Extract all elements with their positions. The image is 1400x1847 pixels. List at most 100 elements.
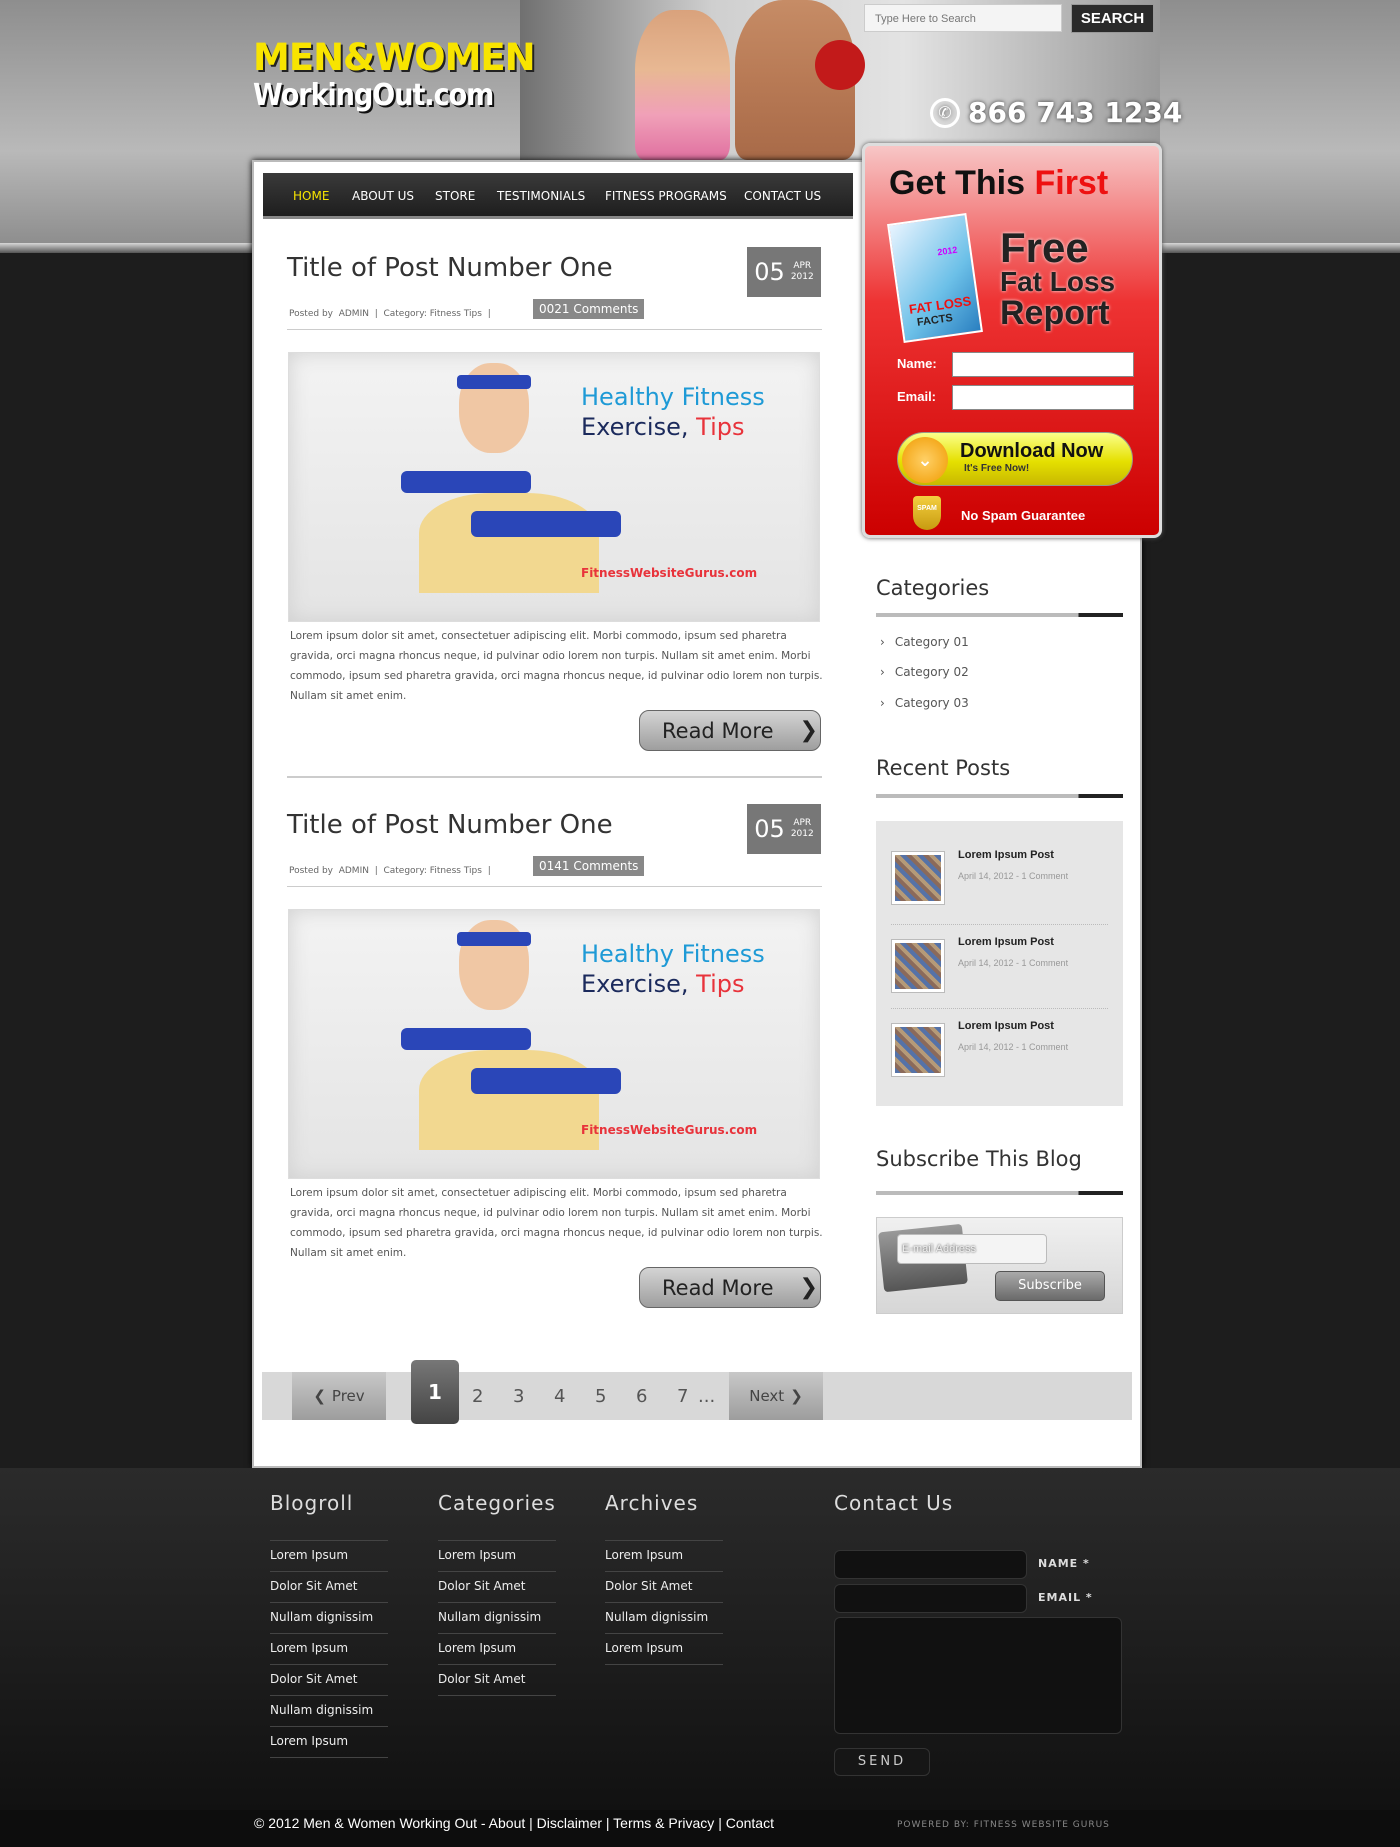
read-more-button[interactable]: Read More ❯ bbox=[639, 710, 821, 751]
chevron-right-icon: › bbox=[880, 696, 885, 710]
meta-category[interactable]: Category: Fitness Tips bbox=[383, 309, 482, 319]
model-body bbox=[419, 1050, 599, 1150]
footer-link[interactable]: Dolor Sit Amet bbox=[270, 1665, 388, 1696]
meta-category[interactable]: Category: Fitness Tips bbox=[383, 866, 482, 876]
meta-author[interactable]: ADMIN bbox=[339, 309, 369, 319]
logo-line1[interactable]: MEN&WOMEN bbox=[253, 36, 536, 79]
image-subline: Exercise, Tips bbox=[581, 970, 745, 998]
download-now-button[interactable]: ⌄ Download Now It's Free Now! bbox=[897, 432, 1133, 486]
footer-message-textarea[interactable] bbox=[834, 1617, 1122, 1734]
kettlebell-icon bbox=[815, 40, 865, 90]
header-woman-figure bbox=[635, 10, 730, 160]
footer-link[interactable]: Nullam dignissim bbox=[605, 1603, 723, 1634]
footer-link[interactable]: Dolor Sit Amet bbox=[270, 1572, 388, 1603]
subscribe-heading: Subscribe This Blog bbox=[876, 1147, 1082, 1171]
footer-link[interactable]: Dolor Sit Amet bbox=[605, 1572, 723, 1603]
spam-guarantee-text: No Spam Guarantee bbox=[961, 508, 1086, 523]
page-2[interactable]: 2 bbox=[472, 1386, 483, 1407]
optin-box: Get This First FAT LOSS FACTS 2012 Free … bbox=[862, 143, 1162, 538]
meta-author[interactable]: ADMIN bbox=[339, 866, 369, 876]
search-button[interactable]: SEARCH bbox=[1071, 4, 1154, 33]
nav-home[interactable]: HOME bbox=[293, 189, 329, 203]
optin-name-input[interactable] bbox=[952, 352, 1134, 377]
nav-fitness-programs[interactable]: FITNESS PROGRAMS bbox=[605, 189, 727, 203]
recent-post-title[interactable]: Lorem Ipsum Post bbox=[958, 936, 1054, 948]
post-meta: Posted by ADMIN | Category: Fitness Tips… bbox=[289, 309, 491, 319]
recent-post-thumbnail[interactable] bbox=[891, 939, 945, 993]
post-divider bbox=[287, 776, 822, 778]
footer-link[interactable]: Lorem Ipsum bbox=[605, 1541, 723, 1572]
footer-link[interactable]: Nullam dignissim bbox=[270, 1696, 388, 1727]
footer-blogroll-list: Lorem Ipsum Dolor Sit Amet Nullam dignis… bbox=[270, 1540, 388, 1758]
prev-button[interactable]: ❮ Prev bbox=[292, 1372, 386, 1420]
footer-email-input[interactable] bbox=[834, 1584, 1027, 1613]
footer-send-button[interactable]: SEND bbox=[834, 1748, 930, 1776]
footer-email-label: EMAIL * bbox=[1038, 1591, 1093, 1604]
post-image[interactable]: Healthy Fitness Exercise, Tips FitnessWe… bbox=[288, 352, 820, 622]
page-7[interactable]: 7 bbox=[677, 1386, 688, 1407]
page-5[interactable]: 5 bbox=[595, 1386, 606, 1407]
recent-post-title[interactable]: Lorem Ipsum Post bbox=[958, 849, 1054, 861]
chevron-right-icon: ❯ bbox=[799, 718, 818, 743]
footer-archives-list: Lorem Ipsum Dolor Sit Amet Nullam dignis… bbox=[605, 1540, 723, 1665]
recent-posts-list: Lorem Ipsum Post April 14, 2012 - 1 Comm… bbox=[876, 821, 1123, 1106]
category-item[interactable]: › Category 02 bbox=[880, 665, 969, 679]
next-button[interactable]: Next ❯ bbox=[729, 1372, 823, 1420]
category-item[interactable]: › Category 01 bbox=[880, 635, 969, 649]
email-label: Email: bbox=[897, 389, 937, 404]
post-image[interactable]: Healthy Fitness Exercise, Tips FitnessWe… bbox=[288, 909, 820, 1179]
footer-link[interactable]: Lorem Ipsum bbox=[270, 1541, 388, 1572]
comments-badge[interactable]: 0141 Comments bbox=[533, 856, 645, 876]
page-3[interactable]: 3 bbox=[513, 1386, 524, 1407]
footer-name-input[interactable] bbox=[834, 1550, 1027, 1579]
chevron-right-icon: › bbox=[880, 635, 885, 649]
recent-post-title[interactable]: Lorem Ipsum Post bbox=[958, 1020, 1054, 1032]
footer-link[interactable]: Lorem Ipsum bbox=[270, 1727, 388, 1758]
category-item[interactable]: › Category 03 bbox=[880, 696, 969, 710]
recent-post-thumbnail[interactable] bbox=[891, 851, 945, 905]
footer-categories-heading: Categories bbox=[438, 1491, 556, 1515]
download-sublabel: It's Free Now! bbox=[964, 463, 1030, 474]
powered-by[interactable]: POWERED BY: FITNESS WEBSITE GURUS bbox=[897, 1820, 1110, 1830]
footer-archives-heading: Archives bbox=[605, 1491, 699, 1515]
subscribe-email-input[interactable]: E-mail Address bbox=[897, 1234, 1047, 1264]
phone-number: ✆ 866 743 1234 bbox=[930, 96, 1182, 129]
page-1[interactable]: 1 bbox=[411, 1360, 459, 1424]
subscribe-button[interactable]: Subscribe bbox=[995, 1271, 1105, 1301]
footer-link[interactable]: Lorem Ipsum bbox=[270, 1634, 388, 1665]
dumbbell-icon bbox=[401, 471, 531, 493]
post-title[interactable]: Title of Post Number One bbox=[287, 253, 613, 283]
download-icon: ⌄ bbox=[902, 437, 948, 483]
page-4[interactable]: 4 bbox=[554, 1386, 565, 1407]
image-headline: Healthy Fitness bbox=[581, 383, 765, 411]
optin-email-input[interactable] bbox=[952, 385, 1134, 410]
phone-text: 866 743 1234 bbox=[968, 96, 1183, 129]
nav-about-us[interactable]: ABOUT US bbox=[352, 189, 414, 203]
nav-store[interactable]: STORE bbox=[435, 189, 475, 203]
footer-link[interactable]: Nullam dignissim bbox=[270, 1603, 388, 1634]
footer-name-label: NAME * bbox=[1038, 1557, 1090, 1570]
footer-link[interactable]: Lorem Ipsum bbox=[438, 1634, 556, 1665]
read-more-button[interactable]: Read More ❯ bbox=[639, 1267, 821, 1308]
divider bbox=[287, 886, 822, 887]
footer-link[interactable]: Lorem Ipsum bbox=[605, 1634, 723, 1665]
logo-line2[interactable]: WorkingOut.com bbox=[253, 78, 494, 113]
comments-badge[interactable]: 0021 Comments bbox=[533, 299, 645, 319]
nav-contact-us[interactable]: CONTACT US bbox=[744, 189, 821, 203]
footer-link[interactable]: Lorem Ipsum bbox=[438, 1541, 556, 1572]
dumbbell-icon bbox=[471, 1068, 621, 1094]
footer-link[interactable]: Dolor Sit Amet bbox=[438, 1665, 556, 1696]
post-date-day: 05 bbox=[754, 258, 785, 286]
page-6[interactable]: 6 bbox=[636, 1386, 647, 1407]
footer-link[interactable]: Dolor Sit Amet bbox=[438, 1572, 556, 1603]
read-more-label: Read More bbox=[662, 718, 774, 743]
chevron-right-icon: ❯ bbox=[790, 1387, 803, 1405]
nav-testimonials[interactable]: TESTIMONIALS bbox=[497, 189, 585, 203]
copyright-text[interactable]: © 2012 Men & Women Working Out - About |… bbox=[254, 1815, 774, 1831]
footer-link[interactable]: Nullam dignissim bbox=[438, 1603, 556, 1634]
recent-post-thumbnail[interactable] bbox=[891, 1023, 945, 1077]
search-input[interactable]: Type Here to Search bbox=[864, 4, 1062, 32]
post-title[interactable]: Title of Post Number One bbox=[287, 810, 613, 840]
image-headline: Healthy Fitness bbox=[581, 940, 765, 968]
divider bbox=[891, 924, 1108, 925]
